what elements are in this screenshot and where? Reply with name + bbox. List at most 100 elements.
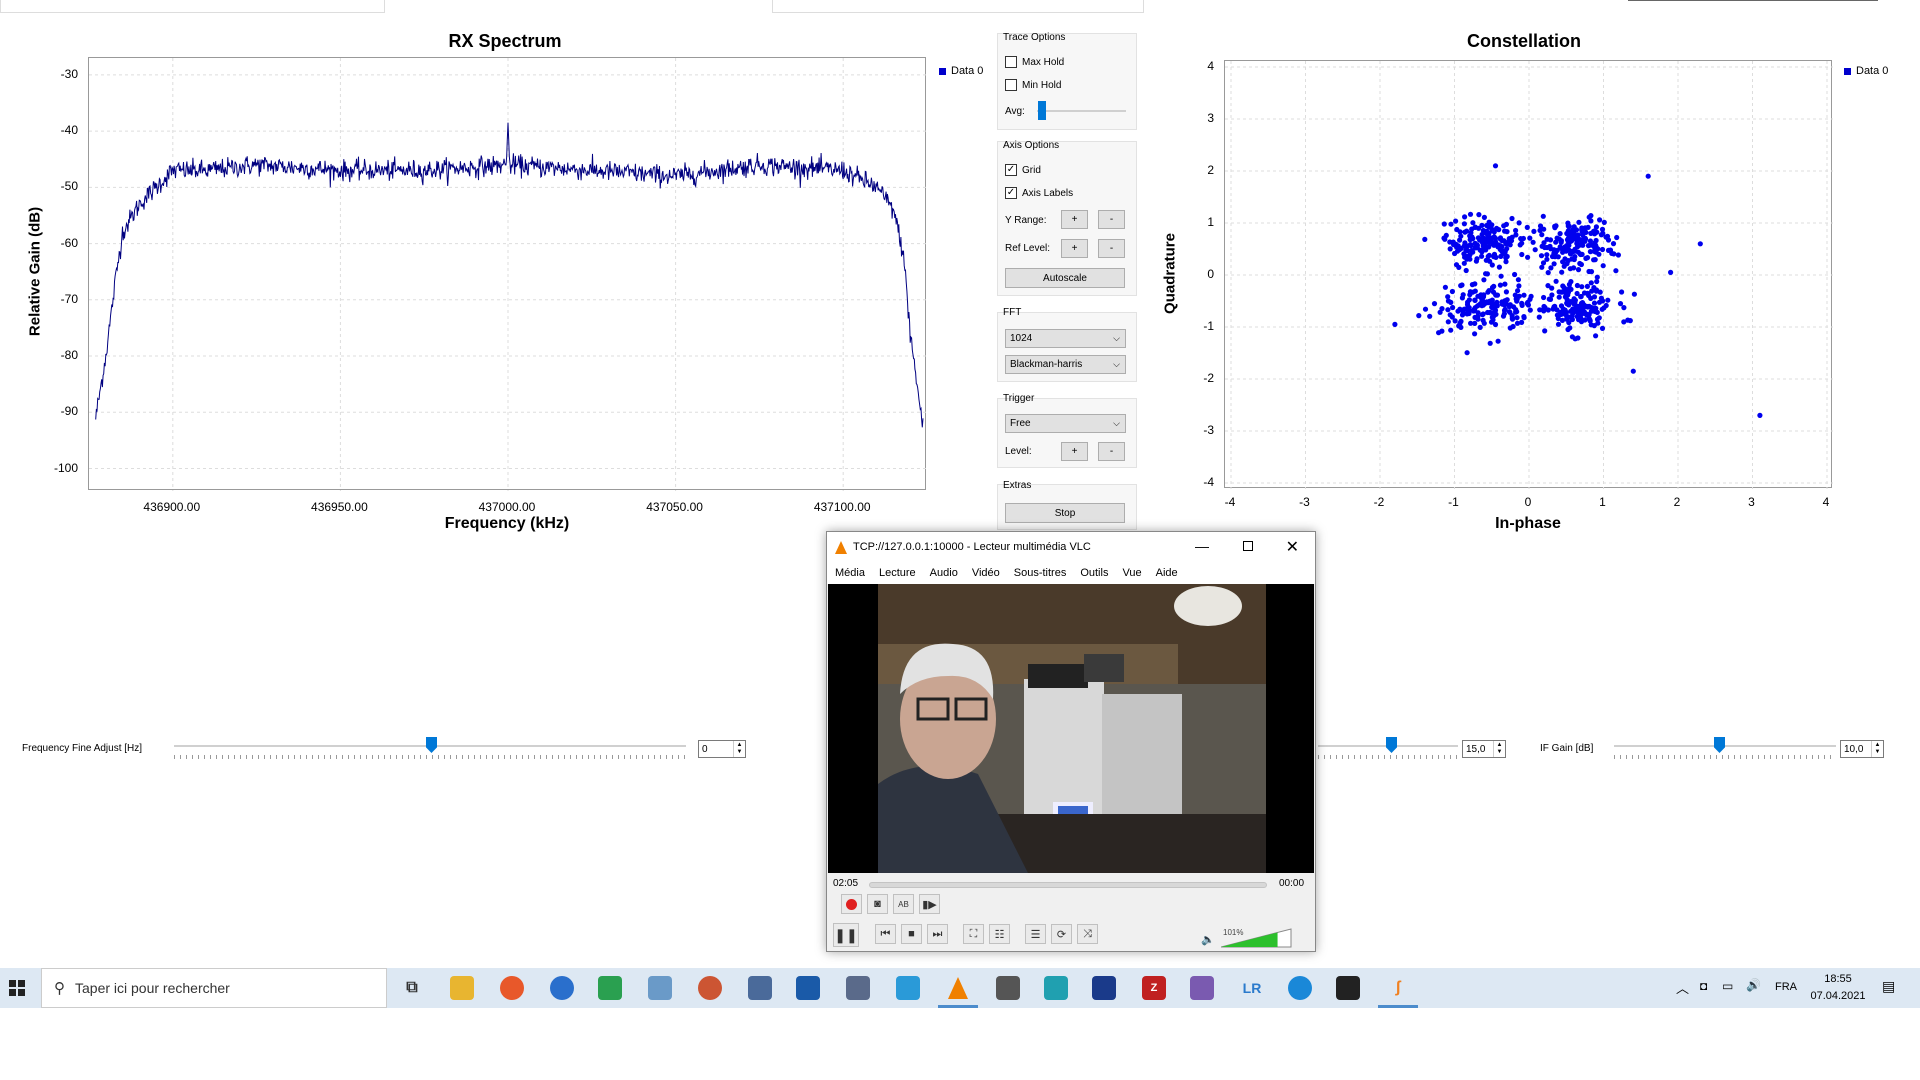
constellation-plot-area[interactable] [1224, 60, 1833, 489]
spectrum-trace-canvas [89, 58, 927, 491]
max-hold-checkbox[interactable]: Max Hold [1005, 56, 1064, 68]
loop-button[interactable]: ⟳ [1051, 924, 1072, 944]
minimize-icon[interactable]: — [1195, 538, 1209, 554]
axis-labels-checkbox[interactable]: ✓ Axis Labels [1005, 187, 1073, 199]
spin-arrows-icon[interactable]: ▲ ▼ [1493, 741, 1505, 757]
vlc-seek-bar[interactable] [869, 882, 1267, 888]
fft-window-select[interactable]: Blackman-harris ⌵ [1005, 355, 1126, 374]
trigger-level-minus-button[interactable]: - [1098, 442, 1125, 461]
stop-button[interactable]: Stop [1005, 503, 1125, 523]
network-icon[interactable]: ▭ [1722, 979, 1733, 993]
filezilla-icon[interactable]: Z [1142, 976, 1166, 1000]
spin-arrows-icon[interactable]: ▲ ▼ [1871, 741, 1883, 757]
windows-start-icon[interactable] [9, 980, 25, 996]
freq-fine-slider-thumb[interactable] [426, 737, 437, 753]
vlc-video-area[interactable] [828, 584, 1314, 873]
freq-fine-spinbox[interactable]: 0 ▲ ▼ [698, 740, 746, 758]
app-icon-cup[interactable] [1044, 976, 1068, 1000]
constellation-point [1587, 317, 1593, 323]
frame-step-button[interactable]: ▮▶ [919, 894, 940, 914]
app-icon-grid[interactable] [896, 976, 920, 1000]
loop-ab-button[interactable]: AB [893, 894, 914, 914]
notification-icon[interactable]: ▤ [1882, 978, 1895, 995]
volume-slider[interactable] [1221, 926, 1297, 948]
language-indicator[interactable]: FRA [1775, 981, 1797, 993]
maximize-icon[interactable] [1243, 541, 1253, 551]
min-hold-checkbox[interactable]: Min Hold [1005, 79, 1061, 91]
checkbox-box[interactable] [1005, 56, 1017, 68]
app-icon-purple[interactable] [1190, 976, 1214, 1000]
constellation-point [1461, 251, 1467, 257]
previous-button[interactable]: ⏮ [875, 924, 896, 944]
constellation-point [1498, 253, 1504, 259]
fft-size-select[interactable]: 1024 ⌵ [1005, 329, 1126, 348]
checkbox-check-icon[interactable]: ✓ [1005, 164, 1017, 176]
vlc-menu-item[interactable]: Aide [1156, 567, 1178, 579]
app-icon-blue-circle[interactable] [550, 976, 574, 1000]
constellation-point [1422, 236, 1428, 242]
tray-camera-icon[interactable]: ◘ [1700, 979, 1707, 993]
vlc-menu-item[interactable]: Outils [1080, 567, 1108, 579]
fullscreen-button[interactable]: ⛶ [963, 924, 984, 944]
vlc-taskbar-icon[interactable] [946, 976, 970, 1000]
vlc-menu-item[interactable]: Sous-titres [1014, 567, 1067, 579]
next-button[interactable]: ⏭ [927, 924, 948, 944]
y-range-plus-button[interactable]: + [1061, 210, 1088, 229]
y-range-minus-button[interactable]: - [1098, 210, 1125, 229]
app-icon-document[interactable] [846, 976, 870, 1000]
record-button[interactable] [841, 894, 862, 914]
spectrum-plot-area[interactable] [88, 57, 927, 491]
app-icon-green[interactable] [598, 976, 622, 1000]
app-icon-blue-swirl[interactable] [1288, 976, 1312, 1000]
playlist-button[interactable]: ☰ [1025, 924, 1046, 944]
vlc-menu-item[interactable]: Lecture [879, 567, 916, 579]
checkbox-check-icon[interactable]: ✓ [1005, 187, 1017, 199]
avg-slider-track[interactable] [1037, 110, 1126, 112]
lr-app-icon[interactable]: LR [1240, 976, 1264, 1000]
vlc-menu-item[interactable]: Média [835, 567, 865, 579]
shuffle-button[interactable]: ⤨ [1077, 924, 1098, 944]
vlc-titlebar[interactable]: TCP://127.0.0.1:10000 - Lecteur multiméd… [827, 532, 1315, 562]
vlc-menu-item[interactable]: Vue [1122, 567, 1141, 579]
avg-slider-thumb[interactable] [1038, 101, 1046, 120]
firefox-icon[interactable] [500, 976, 524, 1000]
app-icon-wave[interactable] [1092, 976, 1116, 1000]
app-icon-globe[interactable] [698, 976, 722, 1000]
chevron-up-icon[interactable]: ︿ [1676, 978, 1689, 997]
pause-button[interactable]: ❚❚ [833, 923, 859, 947]
app-icon-mask[interactable] [996, 976, 1020, 1000]
trigger-level-plus-button[interactable]: + [1061, 442, 1088, 461]
vlc-window[interactable]: TCP://127.0.0.1:10000 - Lecteur multiméd… [826, 531, 1316, 952]
file-explorer-icon[interactable] [450, 976, 474, 1000]
vlc-menu-item[interactable]: Vidéo [972, 567, 1000, 579]
ref-level-plus-button[interactable]: + [1061, 239, 1088, 258]
if-gain-slider-thumb[interactable] [1714, 737, 1725, 753]
snapshot-button[interactable]: ◙ [867, 894, 888, 914]
extended-settings-button[interactable]: ☷ [989, 924, 1010, 944]
camera-app-icon[interactable] [748, 976, 772, 1000]
rf-gain-slider-thumb[interactable] [1386, 737, 1397, 753]
ref-level-minus-button[interactable]: - [1098, 239, 1125, 258]
if-gain-spinbox[interactable]: 10,0 ▲ ▼ [1840, 740, 1884, 758]
app-icon-orange-wave[interactable]: ʃ [1386, 976, 1410, 1000]
speaker-icon[interactable]: 🔈 [1201, 933, 1215, 946]
photos-icon[interactable] [796, 976, 820, 1000]
close-icon[interactable]: ✕ [1286, 537, 1299, 557]
terminal-icon[interactable] [1336, 976, 1360, 1000]
volume-tray-icon[interactable]: 🔊 [1746, 978, 1761, 992]
vlc-menu-item[interactable]: Audio [930, 567, 958, 579]
constellation-point [1496, 264, 1502, 270]
grid-checkbox[interactable]: ✓ Grid [1005, 164, 1041, 176]
if-gain-slider-track[interactable] [1614, 745, 1836, 747]
checkbox-box[interactable] [1005, 79, 1017, 91]
task-view-icon[interactable]: ⧉ [400, 976, 424, 1000]
autoscale-button[interactable]: Autoscale [1005, 268, 1125, 288]
spin-arrows-icon[interactable]: ▲ ▼ [733, 741, 745, 757]
taskbar-search-box[interactable]: ⚲ Taper ici pour rechercher [41, 968, 387, 1008]
rf-gain-spinbox[interactable]: 15,0 ▲ ▼ [1462, 740, 1506, 758]
freq-fine-label: Frequency Fine Adjust [Hz] [22, 743, 143, 754]
trigger-mode-select[interactable]: Free ⌵ [1005, 414, 1126, 433]
taskbar-clock[interactable]: 18:55 07.04.2021 [1808, 971, 1868, 1005]
stop-playback-button[interactable]: ■ [901, 924, 922, 944]
app-icon-tablet[interactable] [648, 976, 672, 1000]
